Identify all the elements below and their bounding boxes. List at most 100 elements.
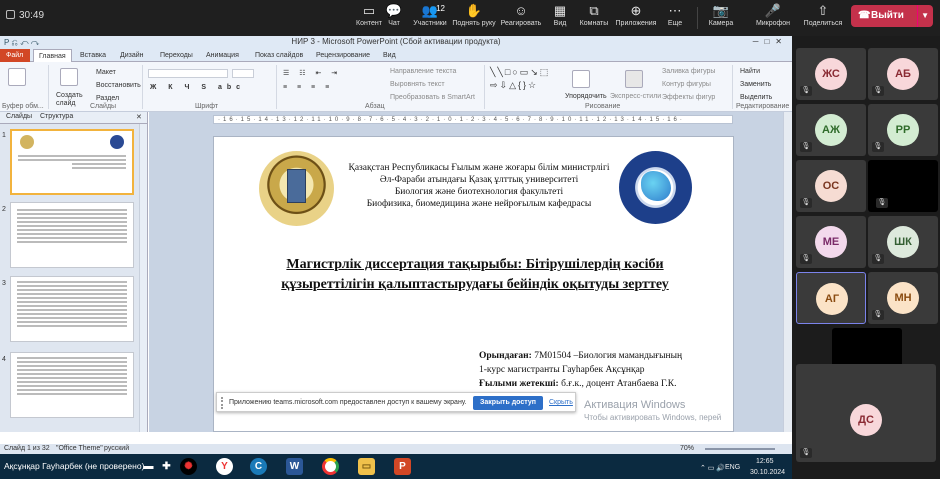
tray-icons[interactable]: ⌃ ▭ 🔊 [700,464,725,472]
language-indicator[interactable]: русский [104,444,129,454]
raise-hand-button[interactable]: ✋ Поднять руку [451,2,497,34]
ribbon-divider [276,65,277,109]
slide-thumbnail[interactable] [10,202,134,268]
tab-home[interactable]: Главная [33,49,72,62]
slide-thumbnail[interactable] [10,352,134,418]
chrome-icon[interactable] [322,458,339,475]
zoom-slider[interactable] [705,448,775,450]
participant-tile-video[interactable]: 🎙 [868,160,938,212]
participant-tile[interactable]: ОС 🎙 [796,160,866,212]
file-explorer-icon[interactable]: ▭ [358,458,375,475]
yandex-browser-icon[interactable]: Y [216,458,233,475]
participant-tile[interactable]: ЖС 🎙 [796,48,866,100]
clock-time[interactable]: 12:65 [756,458,774,465]
more-button[interactable]: ⋯ Еще [652,2,698,34]
avatar: ШК [887,226,919,258]
shape-outline-button[interactable]: Контур фигуры [662,81,711,88]
ribbon: Буфер обм... Создать слайд Макет Восстан… [0,62,792,112]
tab-review[interactable]: Рецензирование [311,49,375,62]
arrange-button[interactable]: Упорядочить [565,93,607,100]
new-slide-button[interactable]: Создать слайд [56,92,84,108]
thesis-title: Магистрлік диссертация тақырыбы: Бітіруш… [281,257,669,292]
slide-scrollbar[interactable] [783,112,792,432]
tab-slideshow[interactable]: Показ слайдов [250,49,308,62]
tab-view[interactable]: Вид [378,49,401,62]
department-logo-icon [619,151,692,224]
share-button[interactable]: ⇧ Поделиться [800,2,846,34]
align-buttons[interactable]: ≡ ≡ ≡ ≡ [283,84,333,91]
powerpoint-icon[interactable]: P [394,458,411,475]
current-slide[interactable]: Қазақстан Республикасы Ғылым және жоғары… [213,136,734,432]
reset-button[interactable]: Восстановить [96,82,141,89]
avatar: ОС [815,170,847,202]
replace-button[interactable]: Заменить [740,81,771,88]
word-icon[interactable]: W [286,458,303,475]
participant-tile[interactable]: МЕ 🎙 [796,216,866,268]
tab-animations[interactable]: Анимация [201,49,244,62]
new-slide-icon[interactable] [60,68,78,86]
select-button[interactable]: Выделить [740,94,772,101]
tab-slides[interactable]: Слайды [6,113,32,120]
tab-insert[interactable]: Вставка [75,49,111,62]
tab-file[interactable]: Файл [0,49,30,62]
mic-muted-icon: 🎙 [872,86,884,96]
participant-tile[interactable]: АБ 🎙 [868,48,938,100]
slide-thumbnail[interactable] [10,276,134,342]
shapes-gallery-row2[interactable]: ⇨⇩△{}☆ [490,80,538,91]
arrange-icon[interactable] [572,70,590,88]
tab-transitions[interactable]: Переходы [155,49,198,62]
participant-tile[interactable]: АЖ 🎙 [796,104,866,156]
teams-meeting-toolbar: 30:49 ▭ Контент 💬 Чат 👥 12 Участники ✋ Поднят… [0,0,940,36]
student-line: 1-курс магистранты Гауһарбек Ақсұнқар [479,365,645,375]
hide-notification-link[interactable]: Скрыть [549,399,573,406]
font-group-label: Шрифт [195,103,219,110]
section-button[interactable]: Раздел [96,95,119,102]
camera-button[interactable]: 📷 Камера [698,2,744,34]
drag-handle-icon[interactable] [221,397,225,409]
quick-styles-button[interactable]: Экспресс-стили [610,93,661,100]
participant-tile-active[interactable]: АГ [796,272,866,324]
shape-fill-button[interactable]: Заливка фигуры [662,68,715,75]
chevron-down-icon[interactable]: ▼ [917,5,929,27]
share-icon: ⇧ [817,3,829,18]
participant-tile[interactable]: РР 🎙 [868,104,938,156]
clock-date[interactable]: 30.10.2024 [750,469,785,476]
breakout-rooms-button[interactable]: ⧉ Комнаты [571,2,617,34]
slides-pane-scrollbar[interactable] [139,124,147,432]
shape-effects-button[interactable]: Эффекты фигур [662,94,715,101]
meeting-timer: 30:49 [6,10,44,21]
align-text-button[interactable]: Выровнять текст [390,81,445,88]
font-size-box[interactable] [232,69,254,78]
close-icon[interactable]: ✕ [136,113,142,121]
raise-hand-icon: ✋ [465,3,483,18]
list-buttons[interactable]: ☰ ☷ ⇤ ⇥ [283,69,341,77]
quick-styles-icon[interactable] [625,70,643,88]
text-direction-button[interactable]: Направление текста [390,68,456,75]
shapes-gallery[interactable]: ╲╲□○▭↘⬚ [490,67,550,78]
input-language[interactable]: ENG [725,464,740,471]
smartart-button[interactable]: Преобразовать в SmartArt [390,94,475,101]
leave-button[interactable]: ☎ Выйти ▼ [851,5,933,27]
layout-button[interactable]: Макет [96,69,116,76]
browser-app-icon[interactable]: C [250,458,267,475]
pane-tabs: Слайды Структура ✕ [0,112,147,124]
paste-icon[interactable] [8,68,26,86]
slides-group-label: Слайды [90,103,117,110]
participant-tile[interactable]: ДС 🎙 [796,364,936,462]
tab-design[interactable]: Дизайн [115,49,149,62]
stop-sharing-button[interactable]: Закрыть доступ [473,396,543,410]
task-view-icon[interactable]: ✚ [158,458,175,475]
microphone-button[interactable]: 🎤 Микрофон [750,2,796,34]
screen-share-notification: Приложению teams.microsoft.com предостав… [216,392,576,412]
participants-button[interactable]: 👥 12 Участники [407,2,453,34]
font-format-buttons[interactable]: Ж К Ч S abc [150,84,245,91]
slide-thumbnail[interactable] [10,129,134,195]
participant-tile[interactable]: ШК 🎙 [868,216,938,268]
font-name-box[interactable] [148,69,228,78]
find-button[interactable]: Найти [740,68,760,75]
window-controls[interactable]: ─□✕ [753,36,788,48]
game-app-icon[interactable]: ✺ [180,458,197,475]
zoom-level[interactable]: 70% [680,444,694,454]
participant-tile[interactable]: МН 🎙 [868,272,938,324]
tab-outline[interactable]: Структура [40,113,73,120]
